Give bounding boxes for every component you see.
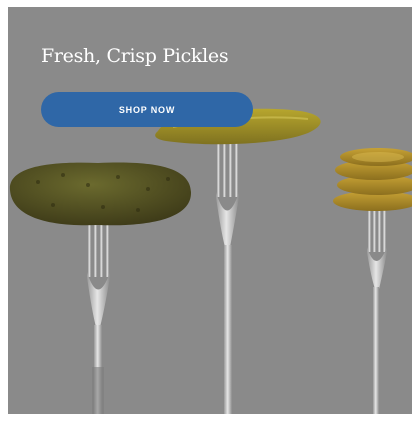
pickle-chips-icon xyxy=(333,148,412,211)
shop-now-button[interactable]: SHOP NOW xyxy=(41,92,253,127)
hero-image xyxy=(9,108,412,414)
hero-banner[interactable]: Fresh, Crisp Pickles SHOP NOW xyxy=(8,7,412,414)
fork-icon xyxy=(367,207,387,414)
fork-icon xyxy=(87,222,110,414)
headline: Fresh, Crisp Pickles xyxy=(41,45,229,67)
fork-icon xyxy=(216,142,239,414)
pickle-icon xyxy=(9,162,192,226)
